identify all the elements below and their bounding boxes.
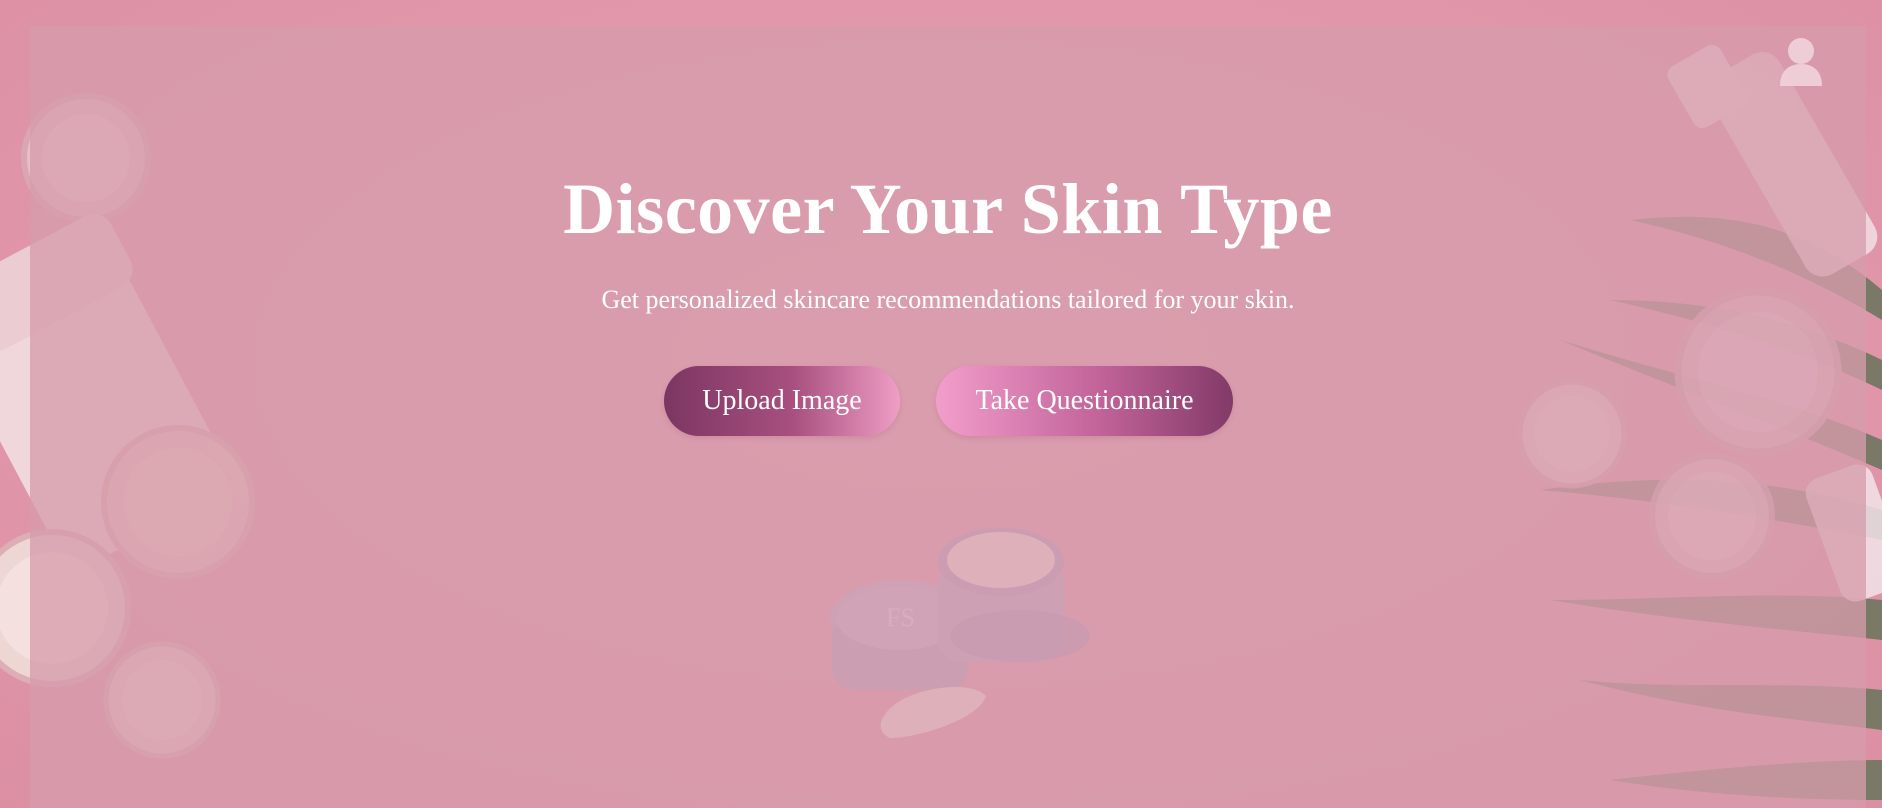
landing-page: FS Discover Your Skin Type Get personali… xyxy=(0,0,1882,808)
take-questionnaire-button[interactable]: Take Questionnaire xyxy=(936,366,1233,436)
page-title: Discover Your Skin Type xyxy=(563,169,1333,249)
user-icon[interactable] xyxy=(1776,36,1826,88)
profile-avatar-glyph xyxy=(1780,38,1822,86)
upload-image-button[interactable]: Upload Image xyxy=(664,366,900,436)
hero-subtitle: Get personalized skincare recommendation… xyxy=(601,285,1295,314)
hero-section: Discover Your Skin Type Get personalized… xyxy=(0,0,1882,808)
